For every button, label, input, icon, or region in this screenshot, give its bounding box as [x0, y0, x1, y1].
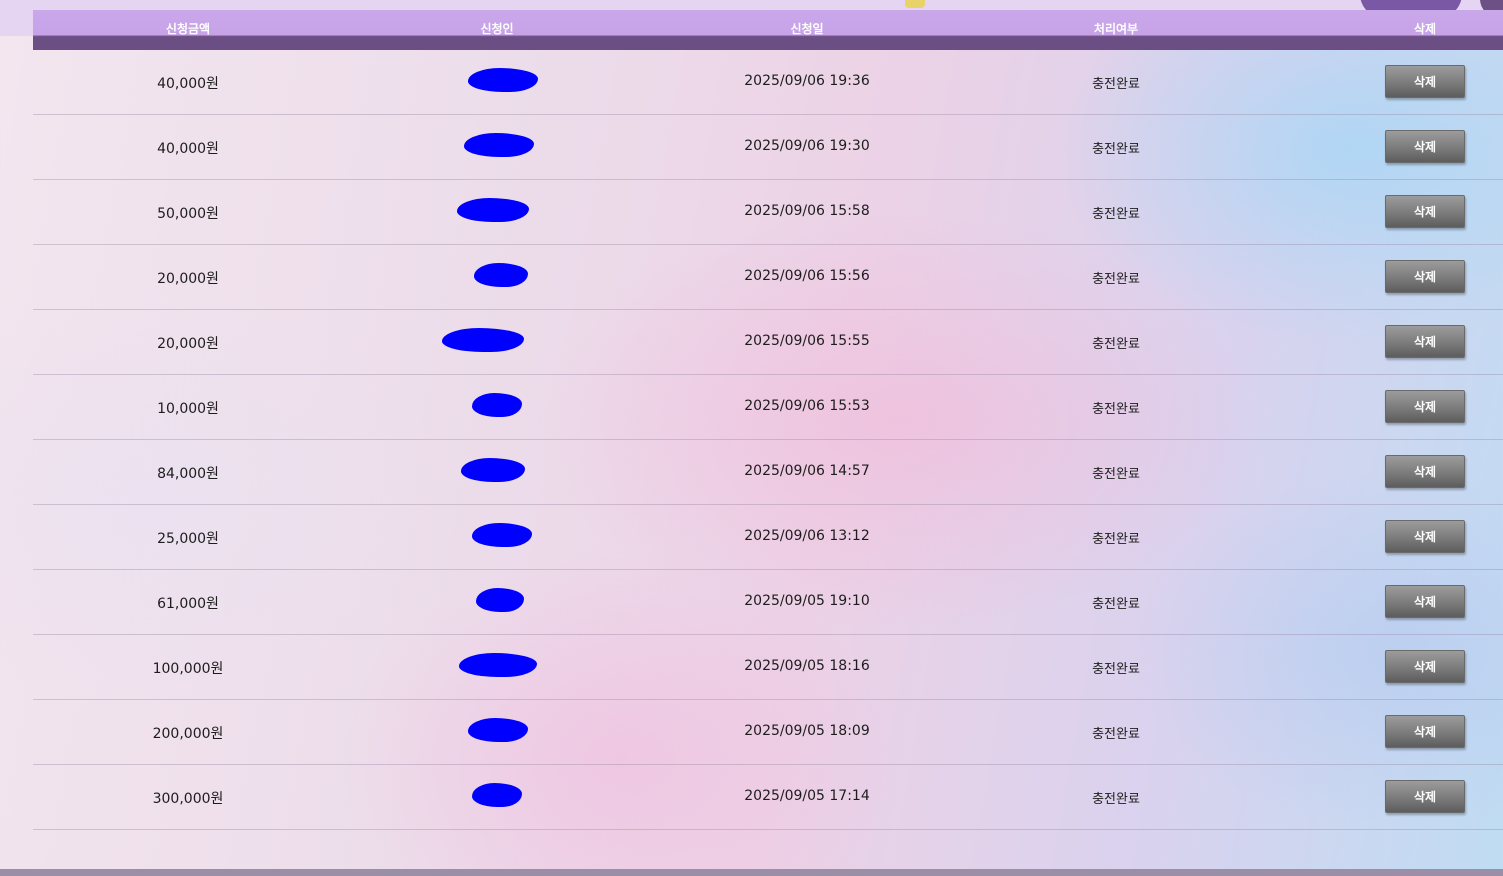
bottom-bar [0, 869, 1503, 876]
redacted-applicant [442, 328, 524, 352]
delete-button[interactable]: 삭제 [1385, 65, 1465, 98]
header-date: 신청일 [790, 22, 824, 36]
amount-cell: 20,000원 [157, 271, 219, 287]
date-cell: 2025/09/06 19:36 [744, 73, 870, 89]
status-cell: 충전완료 [1092, 792, 1140, 807]
status-cell: 충전완료 [1092, 532, 1140, 547]
status-cell: 충전완료 [1092, 662, 1140, 677]
redacted-applicant [472, 393, 522, 417]
delete-button[interactable]: 삭제 [1385, 455, 1465, 488]
status-cell: 충전완료 [1092, 207, 1140, 222]
delete-button[interactable]: 삭제 [1385, 130, 1465, 163]
date-cell: 2025/09/06 19:30 [744, 138, 870, 154]
redacted-applicant [472, 523, 532, 547]
date-cell: 2025/09/05 18:16 [744, 658, 870, 674]
redacted-applicant [468, 718, 528, 742]
date-cell: 2025/09/06 13:12 [744, 528, 870, 544]
delete-button[interactable]: 삭제 [1385, 650, 1465, 683]
header-amount: 신청금액 [165, 22, 211, 36]
table-row: 50,000원 2025/09/06 15:58 충전완료 삭제 [33, 180, 1503, 245]
delete-button[interactable]: 삭제 [1385, 260, 1465, 293]
date-cell: 2025/09/06 15:55 [744, 333, 870, 349]
amount-cell: 10,000원 [157, 401, 219, 417]
delete-button[interactable]: 삭제 [1385, 715, 1465, 748]
table-row: 25,000원 2025/09/06 13:12 충전완료 삭제 [33, 505, 1503, 570]
date-cell: 2025/09/05 19:10 [744, 593, 870, 609]
date-cell: 2025/09/06 15:53 [744, 398, 870, 414]
status-cell: 충전완료 [1092, 142, 1140, 157]
table-row: 200,000원 2025/09/05 18:09 충전완료 삭제 [33, 700, 1503, 765]
redacted-applicant [457, 198, 529, 222]
amount-cell: 200,000원 [152, 726, 224, 742]
delete-button[interactable]: 삭제 [1385, 520, 1465, 553]
table-header: 신청금액 신청인 신청일 처리여부 삭제 [33, 10, 1503, 50]
delete-button[interactable]: 삭제 [1385, 390, 1465, 423]
header-applicant: 신청인 [480, 22, 514, 36]
redacted-applicant [468, 68, 538, 92]
status-cell: 충전완료 [1092, 272, 1140, 287]
amount-cell: 50,000원 [157, 206, 219, 222]
redacted-applicant [464, 133, 534, 157]
date-cell: 2025/09/05 17:14 [744, 788, 870, 804]
table-row: 40,000원 2025/09/06 19:36 충전완료 삭제 [33, 50, 1503, 115]
delete-button[interactable]: 삭제 [1385, 325, 1465, 358]
date-cell: 2025/09/05 18:09 [744, 723, 870, 739]
redacted-applicant [472, 783, 522, 807]
status-cell: 충전완료 [1092, 77, 1140, 92]
status-cell: 충전완료 [1092, 402, 1140, 417]
redacted-applicant [476, 588, 524, 612]
redacted-applicant [459, 653, 537, 677]
charge-request-table: 신청금액 신청인 신청일 처리여부 삭제 40,000원 2025/09/06 … [33, 10, 1503, 830]
amount-cell: 20,000원 [157, 336, 219, 352]
table-row: 20,000원 2025/09/06 15:55 충전완료 삭제 [33, 310, 1503, 375]
status-cell: 충전완료 [1092, 727, 1140, 742]
status-cell: 충전완료 [1092, 337, 1140, 352]
date-cell: 2025/09/06 15:58 [744, 203, 870, 219]
table-row: 300,000원 2025/09/05 17:14 충전완료 삭제 [33, 765, 1503, 830]
amount-cell: 84,000원 [157, 466, 219, 482]
amount-cell: 300,000원 [152, 791, 224, 807]
table-row: 20,000원 2025/09/06 15:56 충전완료 삭제 [33, 245, 1503, 310]
table-row: 100,000원 2025/09/05 18:16 충전완료 삭제 [33, 635, 1503, 700]
status-cell: 충전완료 [1092, 467, 1140, 482]
delete-button[interactable]: 삭제 [1385, 585, 1465, 618]
amount-cell: 61,000원 [157, 596, 219, 612]
delete-button[interactable]: 삭제 [1385, 195, 1465, 228]
delete-button[interactable]: 삭제 [1385, 780, 1465, 813]
header-delete: 삭제 [1413, 22, 1437, 36]
amount-cell: 25,000원 [157, 531, 219, 547]
amount-cell: 100,000원 [152, 661, 224, 677]
amount-cell: 40,000원 [157, 76, 219, 92]
status-cell: 충전완료 [1092, 597, 1140, 612]
table-row: 10,000원 2025/09/06 15:53 충전완료 삭제 [33, 375, 1503, 440]
table-row: 84,000원 2025/09/06 14:57 충전완료 삭제 [33, 440, 1503, 505]
header-status: 처리여부 [1093, 22, 1139, 36]
date-cell: 2025/09/06 14:57 [744, 463, 870, 479]
date-cell: 2025/09/06 15:56 [744, 268, 870, 284]
table-row: 61,000원 2025/09/05 19:10 충전완료 삭제 [33, 570, 1503, 635]
redacted-applicant [474, 263, 528, 287]
redacted-applicant [461, 458, 525, 482]
amount-cell: 40,000원 [157, 141, 219, 157]
coin-icon [905, 0, 925, 8]
table-row: 40,000원 2025/09/06 19:30 충전완료 삭제 [33, 115, 1503, 180]
